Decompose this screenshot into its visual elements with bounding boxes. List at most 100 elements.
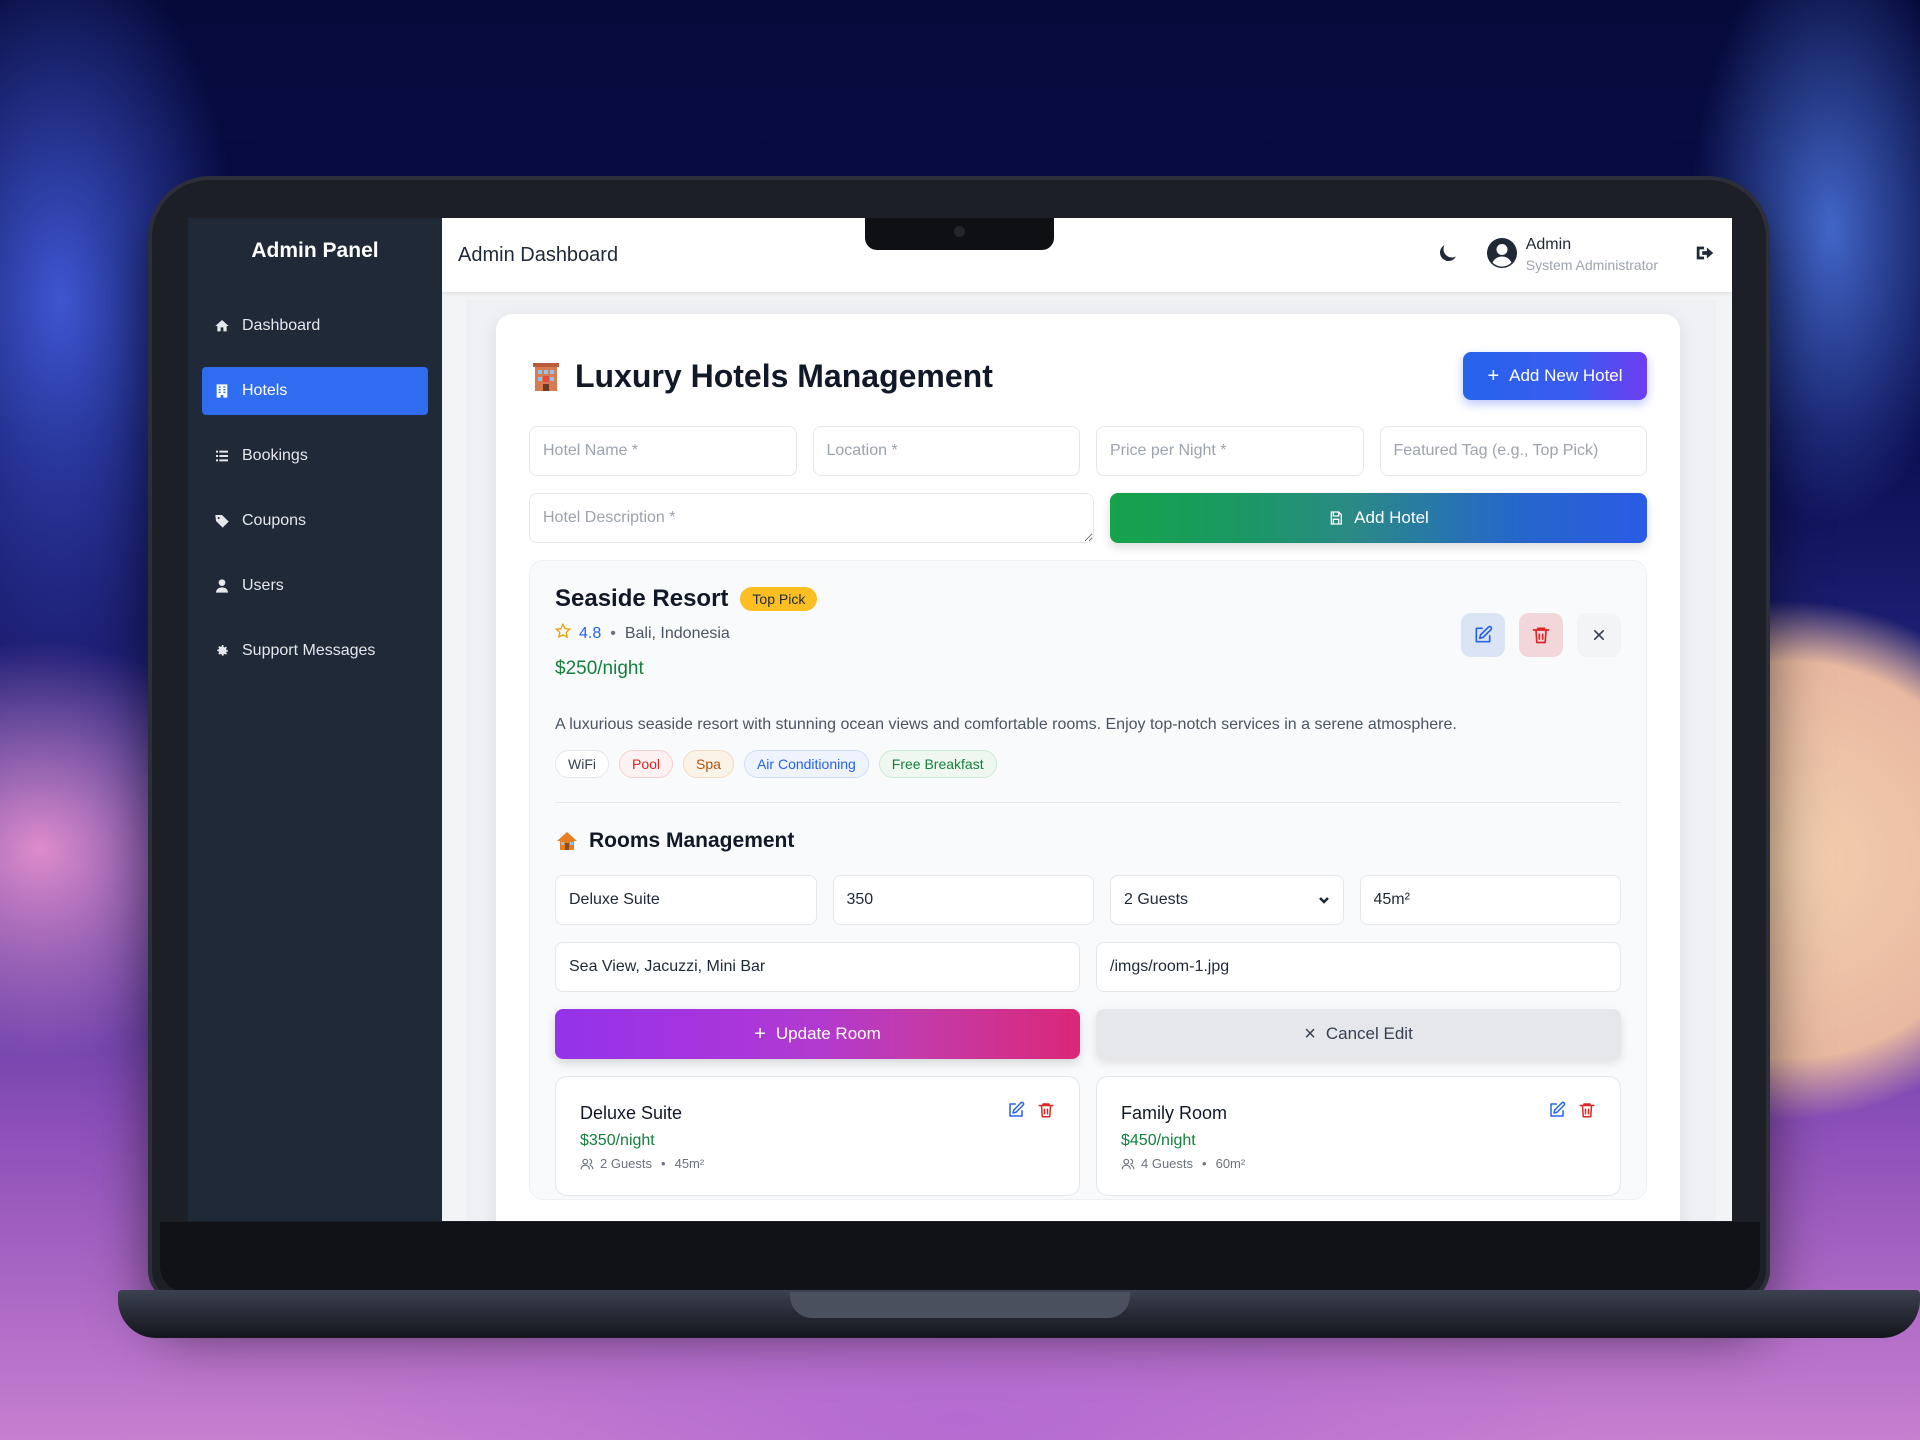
hotel-icon	[214, 383, 230, 399]
hotels-card: Luxury Hotels Management + Add New Hotel	[496, 314, 1680, 1221]
add-hotel-button[interactable]: Add Hotel	[1110, 493, 1647, 543]
sidebar-item-label: Hotels	[242, 382, 288, 399]
sidebar-item-users[interactable]: Users	[202, 562, 428, 610]
room-features-input[interactable]	[555, 942, 1080, 992]
room-actions	[1548, 1101, 1596, 1119]
chevron-down-icon	[1318, 893, 1330, 905]
users-icon	[580, 1158, 594, 1169]
room-form: 2 Guests + Update Room	[555, 875, 1621, 1059]
sidebar-item-label: Support Messages	[242, 642, 376, 659]
hotel-card: Seaside Resort Top Pick 4.8 • Bali, Indo…	[529, 560, 1647, 1200]
guests-select[interactable]: 2 Guests	[1110, 875, 1344, 925]
topbar: Admin Dashboard Admin System Administrat…	[442, 218, 1732, 292]
sidebar-item-coupons[interactable]: Coupons	[202, 497, 428, 545]
sidebar-item-label: Dashboard	[242, 317, 321, 334]
trash-icon[interactable]	[1578, 1101, 1596, 1119]
trash-icon	[1532, 627, 1550, 644]
room-cards: Deluxe Suite $350/night 2 Guests • 45m²	[555, 1076, 1621, 1196]
hotel-form-row-2: Add Hotel	[529, 493, 1647, 543]
edit-icon[interactable]	[1548, 1101, 1566, 1119]
page-title: Luxury Hotels Management	[575, 357, 993, 394]
close-hotel-button[interactable]	[1577, 613, 1621, 657]
camera-notch	[865, 218, 1054, 250]
edit-icon	[1475, 625, 1493, 643]
room-size-input[interactable]	[1359, 875, 1621, 925]
hotel-description-input[interactable]	[529, 493, 1094, 543]
update-room-label: Update Room	[775, 1024, 881, 1043]
rooms-title: Rooms Management	[589, 829, 795, 852]
hotel-form-row-1	[529, 426, 1647, 476]
room-name-input[interactable]	[555, 875, 817, 925]
main-area: Admin Dashboard Admin System Administrat…	[442, 218, 1732, 1221]
room-form-row-3: + Update Room × Cancel Edit	[555, 1009, 1621, 1059]
room-card: Deluxe Suite $350/night 2 Guests • 45m²	[555, 1076, 1080, 1196]
room-actions	[1007, 1101, 1055, 1119]
content-area: Luxury Hotels Management + Add New Hotel	[466, 300, 1716, 1221]
edit-hotel-button[interactable]	[1461, 613, 1505, 657]
price-input[interactable]	[1096, 426, 1364, 476]
guests-select-value: 2 Guests	[1110, 875, 1344, 925]
user-name: Admin	[1525, 236, 1572, 253]
sidebar-item-label: Coupons	[242, 512, 307, 529]
room-guests: 4 Guests	[1141, 1156, 1194, 1171]
logout-icon[interactable]	[1694, 242, 1716, 269]
featured-tag-input[interactable]	[1379, 426, 1647, 476]
rooms-title-row: Rooms Management	[555, 829, 1621, 853]
hotel-name-input[interactable]	[529, 426, 797, 476]
camera-dot	[954, 226, 965, 237]
moon-icon[interactable]	[1436, 241, 1460, 270]
hotel-description: A luxurious seaside resort with stunning…	[555, 716, 1457, 733]
user-circle-icon	[1486, 237, 1518, 274]
add-new-hotel-button[interactable]: + Add New Hotel	[1463, 352, 1647, 400]
amenity-chip: Air Conditioning	[743, 750, 869, 778]
laptop-hinge	[790, 1292, 1130, 1318]
plus-icon: +	[754, 1022, 766, 1045]
room-size: 60m²	[1215, 1156, 1246, 1171]
save-icon	[1330, 511, 1343, 525]
room-form-row-2	[555, 942, 1621, 992]
amenity-chip: Spa	[683, 750, 734, 778]
user-role: System Administrator	[1525, 257, 1658, 273]
edit-icon[interactable]	[1007, 1101, 1025, 1119]
star-icon	[554, 622, 572, 644]
sidebar-nav: Dashboard Hotels Bookings Coupons Users …	[188, 284, 442, 675]
screen: Admin Panel Dashboard Hotels Bookings Co…	[188, 218, 1732, 1221]
plus-icon: +	[1487, 364, 1500, 387]
room-price-input[interactable]	[832, 875, 1094, 925]
room-image-input[interactable]	[1096, 942, 1621, 992]
separator-dot: •	[610, 624, 616, 642]
location-input[interactable]	[812, 426, 1080, 476]
amenity-chip: WiFi	[555, 750, 609, 778]
sidebar: Admin Panel Dashboard Hotels Bookings Co…	[188, 218, 442, 1221]
card-header: Luxury Hotels Management + Add New Hotel	[529, 314, 1647, 426]
topbar-right: Admin System Administrator	[1436, 235, 1716, 275]
sidebar-item-label: Bookings	[242, 447, 308, 464]
close-icon: ×	[1304, 1022, 1316, 1045]
close-icon	[1594, 630, 1604, 640]
user-text: Admin System Administrator	[1526, 235, 1658, 275]
sidebar-item-hotels[interactable]: Hotels	[202, 367, 428, 415]
room-meta: 2 Guests • 45m²	[580, 1156, 1055, 1171]
gear-icon	[214, 643, 230, 659]
sidebar-item-support-messages[interactable]: Support Messages	[202, 627, 428, 675]
separator-dot: •	[1202, 1156, 1207, 1171]
update-room-button[interactable]: + Update Room	[555, 1009, 1080, 1059]
room-card: Family Room $450/night 4 Guests • 60m²	[1096, 1076, 1621, 1196]
sidebar-item-bookings[interactable]: Bookings	[202, 432, 428, 480]
trash-icon[interactable]	[1037, 1101, 1055, 1119]
room-name: Deluxe Suite	[580, 1103, 683, 1123]
hotel-rating: 4.8	[579, 624, 602, 642]
hotel-emoji-icon	[533, 363, 559, 391]
amenity-chip: Pool	[619, 750, 674, 778]
cancel-edit-button[interactable]: × Cancel Edit	[1096, 1009, 1621, 1059]
hotel-price: $250/night	[555, 658, 644, 679]
separator-dot: •	[661, 1156, 666, 1171]
laptop-chin	[160, 1222, 1760, 1292]
user-menu[interactable]: Admin System Administrator	[1486, 235, 1658, 275]
sidebar-item-dashboard[interactable]: Dashboard	[202, 302, 428, 350]
room-meta: 4 Guests • 60m²	[1121, 1156, 1596, 1171]
add-hotel-label: Add Hotel	[1354, 508, 1429, 527]
hotel-location: Bali, Indonesia	[624, 624, 730, 642]
delete-hotel-button[interactable]	[1519, 613, 1563, 657]
amenity-chip: Free Breakfast	[878, 750, 997, 778]
